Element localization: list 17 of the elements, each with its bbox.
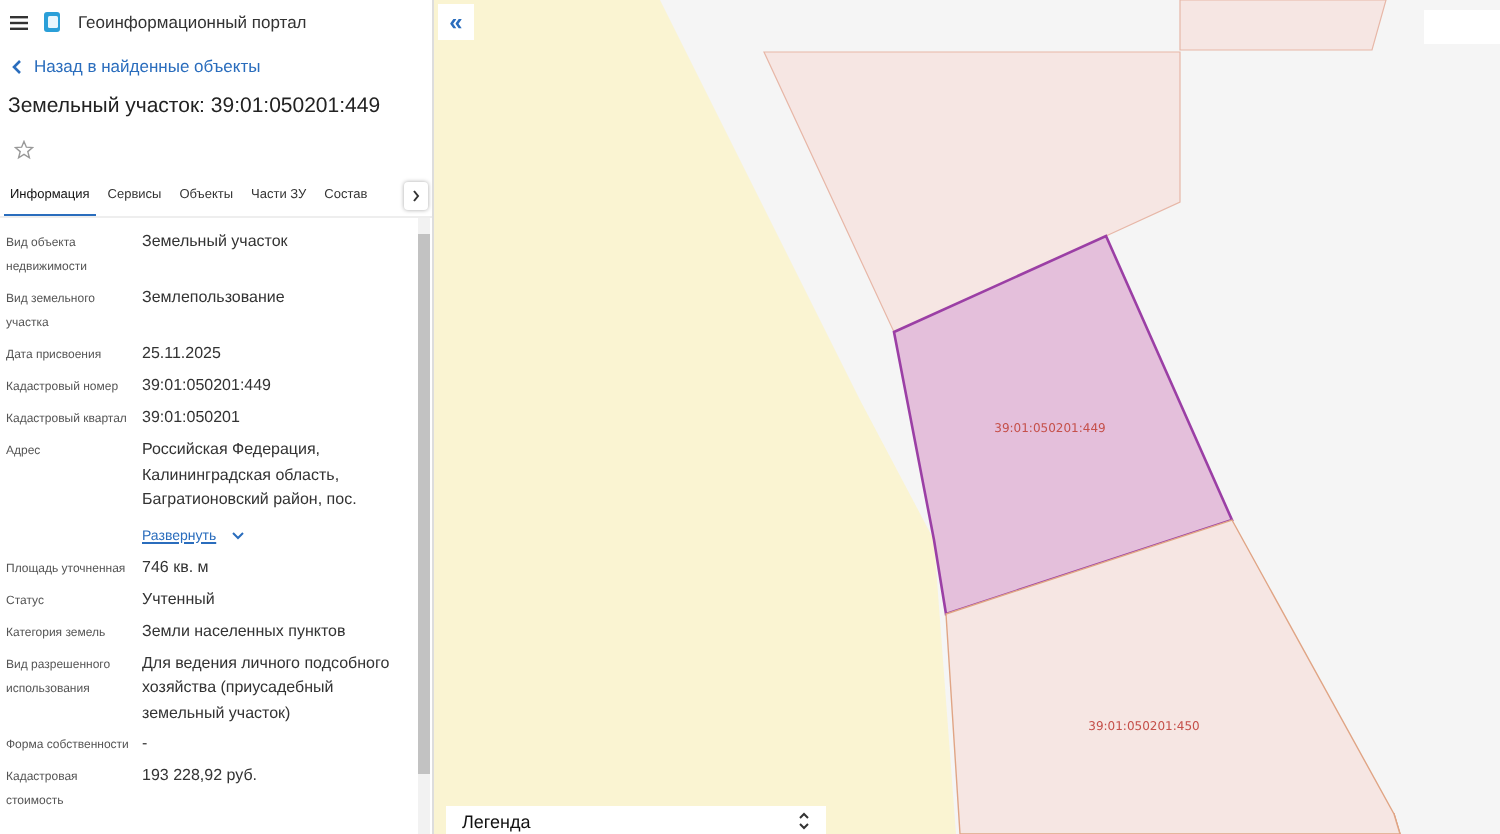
- property-value: 25.11.2025: [142, 342, 223, 366]
- object-title: Земельный участок: 39:01:050201:449: [8, 94, 383, 118]
- collapse-panel-button[interactable]: «: [438, 4, 474, 40]
- property-value: Учтенный: [142, 587, 217, 611]
- property-value: Землепользование: [142, 286, 287, 310]
- back-link[interactable]: Назад в найденные объекты: [12, 56, 261, 76]
- property-value: Земли населенных пунктов: [142, 619, 348, 644]
- portal-title: Геоинформационный портал: [78, 12, 307, 32]
- legend-dropdown[interactable]: Легенда: [446, 806, 826, 834]
- property-value: 746 кв. м: [142, 555, 211, 579]
- property-value: -: [142, 732, 150, 756]
- property-value: Для ведения личного подсобного хозяйства (приусадебный земельный участок): [142, 651, 392, 726]
- property-value: 39:01:050201: [142, 406, 242, 430]
- property-value: Земельный участок: [142, 230, 290, 254]
- property-value: 193 228,92 руб.: [142, 764, 260, 788]
- property-value: Российская Федерация, Калининградская область, Багратионовский район, пос.: [142, 438, 359, 512]
- property-value: 39:01:050201:449: [142, 374, 274, 398]
